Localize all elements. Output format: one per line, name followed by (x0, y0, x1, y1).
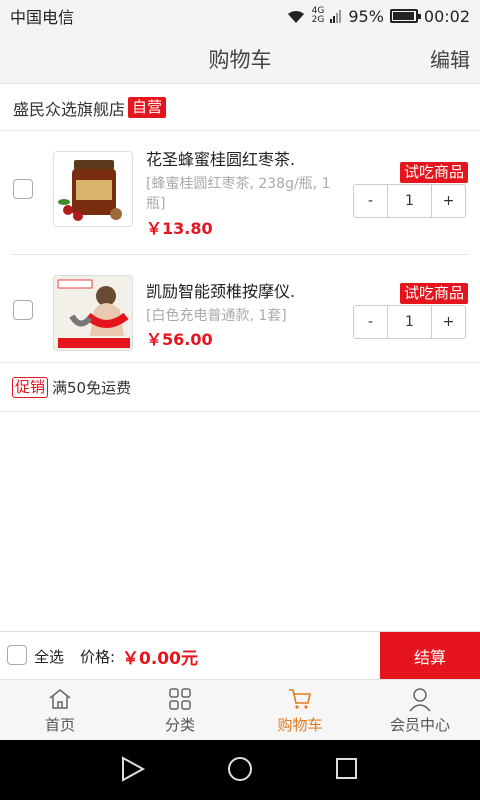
cart-item: 花圣蜂蜜桂圆红枣茶. [蜂蜜桂圆红枣茶, 238g/瓶, 1瓶] ￥13.80 … (0, 131, 480, 255)
user-icon (409, 688, 431, 712)
trial-badge: 试吃商品 (399, 162, 468, 183)
battery-percent: 95% (348, 6, 384, 26)
grid-icon (169, 688, 191, 710)
quantity-value[interactable]: 1 (387, 185, 432, 217)
carrier-label: 中国电信 (10, 8, 75, 27)
item-checkbox[interactable] (13, 179, 33, 199)
bottom-tab-bar: 首页 分类 购物车 会员中心 (0, 679, 480, 740)
network-2g-label: 2G (311, 15, 325, 25)
item-price: ￥13.80 (146, 219, 213, 238)
clock: 00:02 (423, 6, 470, 26)
increase-button[interactable]: + (432, 306, 465, 338)
checkout-button[interactable]: 结算 (380, 632, 480, 680)
page-title: 购物车 (208, 48, 272, 72)
select-all-checkbox[interactable] (7, 645, 27, 665)
tab-member[interactable]: 会员中心 (360, 680, 480, 740)
quantity-stepper: - 1 + (353, 184, 466, 218)
item-spec: [蜂蜜桂圆红枣茶, 238g/瓶, 1瓶] (146, 176, 331, 212)
price-label: 价格: (80, 648, 116, 666)
wifi-icon (287, 10, 304, 23)
massager-image (54, 276, 132, 350)
system-nav-bar (0, 740, 480, 800)
product-image[interactable] (53, 275, 133, 351)
select-all-label[interactable]: 全选 (34, 646, 64, 667)
item-name[interactable]: 凯励智能颈椎按摩仪. (146, 278, 295, 302)
trial-badge: 试吃商品 (399, 283, 468, 304)
recents-icon[interactable] (336, 758, 357, 779)
decrease-button[interactable]: - (354, 185, 387, 217)
tea-jar-image (54, 152, 132, 226)
back-icon[interactable] (122, 756, 146, 782)
checkout-bar: 全选 价格: ￥0.00元 结算 (0, 631, 480, 680)
increase-button[interactable]: + (432, 185, 465, 217)
quantity-stepper: - 1 + (353, 305, 466, 339)
item-spec: [白色充电普通款, 1套] (146, 308, 287, 324)
home-icon (49, 689, 71, 709)
product-image[interactable] (53, 151, 133, 227)
shop-name[interactable]: 盛民众选旗舰店 (13, 96, 125, 120)
promo-badge: 促销 (12, 376, 49, 398)
self-operated-badge: 自营 (128, 97, 167, 118)
item-checkbox[interactable] (13, 300, 33, 320)
tab-cart-label: 购物车 (277, 716, 323, 734)
status-bar: 中国电信 4G 2G 95% 00:02 (0, 0, 480, 32)
item-name[interactable]: 花圣蜂蜜桂圆红枣茶. (146, 146, 295, 170)
tab-category-label: 分类 (164, 716, 195, 734)
promotion-row: 促销 满50免运费 (0, 362, 480, 412)
tab-home[interactable]: 首页 (0, 680, 120, 740)
app-header: 购物车 编辑 (0, 32, 480, 84)
shop-header[interactable]: 盛民众选旗舰店 自营 (0, 85, 480, 131)
cart-item: 凯励智能颈椎按摩仪. [白色充电普通款, 1套] ￥56.00 试吃商品 - 1… (0, 255, 480, 362)
total-price: ￥0.00元 (122, 649, 198, 669)
tab-member-label: 会员中心 (389, 716, 450, 734)
decrease-button[interactable]: - (354, 306, 387, 338)
tab-cart[interactable]: 购物车 (240, 680, 360, 740)
tab-category[interactable]: 分类 (120, 680, 240, 740)
battery-icon (389, 9, 421, 23)
quantity-value[interactable]: 1 (387, 306, 432, 338)
edit-button[interactable]: 编辑 (430, 44, 470, 73)
system-nav-icons (122, 756, 357, 782)
signal-icon (330, 10, 342, 23)
cart-icon (289, 689, 311, 709)
item-price: ￥56.00 (146, 330, 213, 349)
promo-text: 满50免运费 (52, 378, 132, 397)
tab-home-label: 首页 (44, 716, 75, 734)
network-type: 4G 2G (312, 7, 325, 25)
home-nav-icon[interactable] (228, 757, 252, 781)
